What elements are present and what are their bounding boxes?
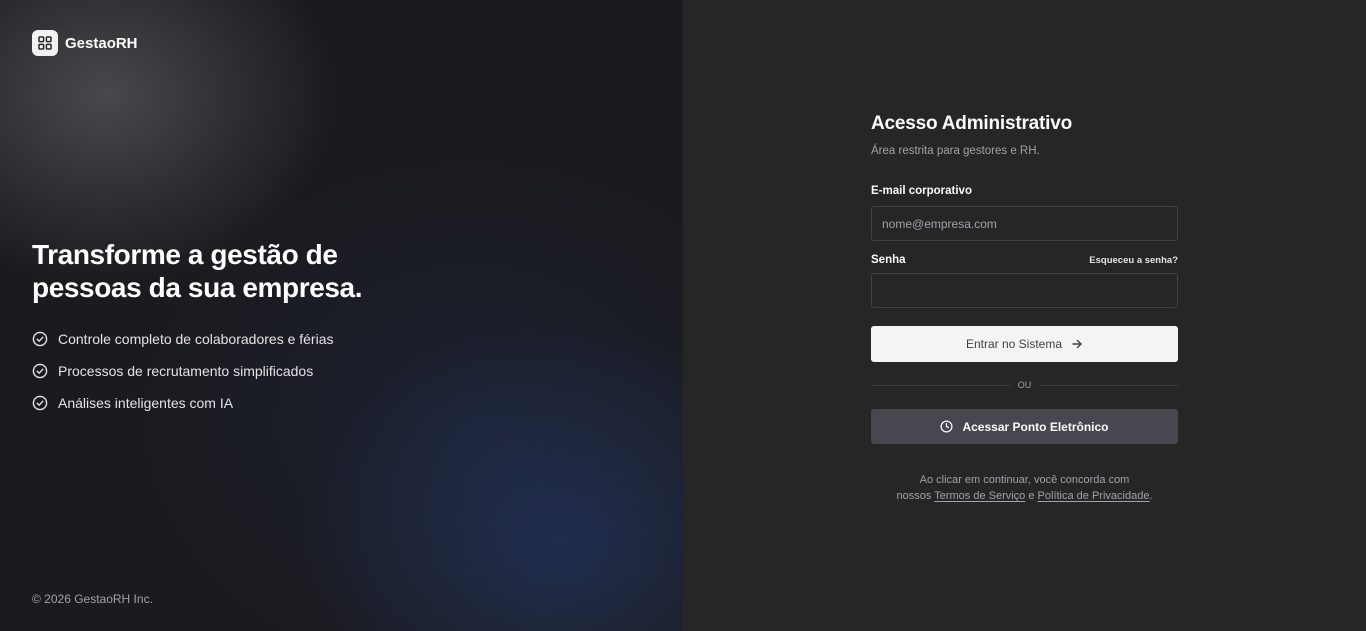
forgot-password-link[interactable]: Esqueceu a senha? bbox=[1089, 255, 1178, 266]
divider-text: OU bbox=[1017, 380, 1032, 390]
feature-label: Processos de recrutamento simplificados bbox=[58, 363, 314, 379]
terms-notice: Ao clicar em continuar, você concorda co… bbox=[871, 472, 1178, 504]
hero-title-line2: pessoas da sua empresa. bbox=[32, 272, 363, 303]
copyright: © 2026 GestaoRH Inc. bbox=[32, 592, 153, 606]
hero-content: Transforme a gestão de pessoas da sua em… bbox=[32, 238, 452, 419]
brand: GestaoRH bbox=[32, 30, 138, 56]
terms-of-service-link[interactable]: Termos de Serviço bbox=[934, 490, 1025, 502]
password-label: Senha bbox=[871, 254, 906, 266]
list-item: Controle completo de colaboradores e fér… bbox=[32, 323, 452, 355]
clock-icon bbox=[940, 420, 954, 433]
terms-suffix: . bbox=[1149, 490, 1153, 502]
privacy-policy-link[interactable]: Política de Privacidade bbox=[1038, 490, 1150, 502]
hero-panel: GestaoRH Transforme a gestão de pessoas … bbox=[0, 0, 683, 631]
terms-conjunction: e bbox=[1028, 490, 1035, 502]
terms-prefix: nossos bbox=[896, 490, 932, 502]
layout-grid-icon bbox=[32, 30, 58, 56]
login-panel: Acesso Administrativo Área restrita para… bbox=[683, 0, 1366, 631]
password-label-row: Senha Esqueceu a senha? bbox=[871, 254, 1178, 266]
feature-list: Controle completo de colaboradores e fér… bbox=[32, 323, 452, 419]
hero-title: Transforme a gestão de pessoas da sua em… bbox=[32, 238, 452, 304]
time-clock-button[interactable]: Acessar Ponto Eletrônico bbox=[871, 409, 1178, 444]
email-field[interactable] bbox=[871, 206, 1178, 241]
email-label: E-mail corporativo bbox=[871, 185, 972, 197]
check-circle-icon bbox=[32, 331, 48, 347]
check-circle-icon bbox=[32, 395, 48, 411]
time-clock-button-label: Acessar Ponto Eletrônico bbox=[962, 419, 1109, 434]
login-button[interactable]: Entrar no Sistema bbox=[871, 326, 1178, 362]
page-subtitle: Área restrita para gestores e RH. bbox=[871, 145, 1040, 157]
list-item: Processos de recrutamento simplificados bbox=[32, 355, 452, 387]
feature-label: Análises inteligentes com IA bbox=[58, 395, 234, 411]
arrow-right-icon bbox=[1072, 339, 1082, 349]
check-circle-icon bbox=[32, 363, 48, 379]
divider-line bbox=[871, 384, 1010, 386]
page-title: Acesso Administrativo bbox=[871, 113, 1072, 134]
divider: OU bbox=[871, 380, 1178, 390]
list-item: Análises inteligentes com IA bbox=[32, 387, 452, 419]
feature-label: Controle completo de colaboradores e fér… bbox=[58, 331, 334, 347]
password-field[interactable] bbox=[871, 273, 1178, 308]
brand-name: GestaoRH bbox=[65, 34, 138, 52]
hero-title-line1: Transforme a gestão de bbox=[32, 239, 338, 270]
login-button-label: Entrar no Sistema bbox=[965, 337, 1063, 351]
divider-line bbox=[1039, 384, 1178, 386]
terms-text: Ao clicar em continuar, você concorda co… bbox=[919, 474, 1130, 486]
login-form: Acesso Administrativo Área restrita para… bbox=[871, 113, 1178, 504]
